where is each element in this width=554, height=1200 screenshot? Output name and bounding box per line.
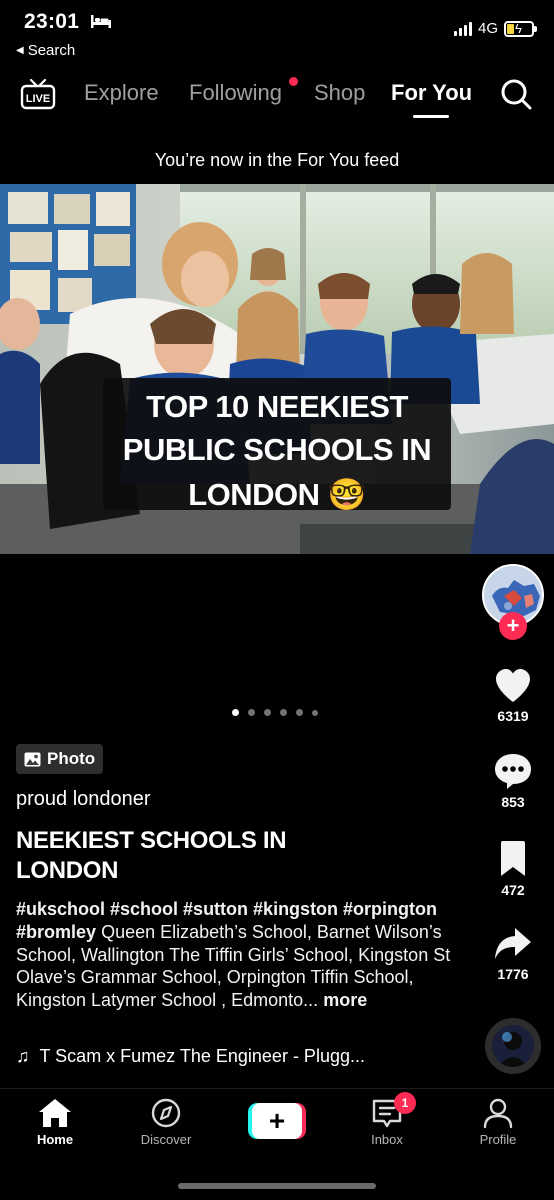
battery-charging-icon: ϟ xyxy=(504,20,537,37)
photo-caption-line: PUBLIC SCHOOLS IN xyxy=(122,432,432,467)
save-button[interactable]: 472 xyxy=(482,840,544,898)
music-label[interactable]: ♫ T Scam x Fumez The Engineer - Plugg... xyxy=(16,1046,365,1067)
photo-badge-label: Photo xyxy=(47,749,96,768)
tab-for-you[interactable]: For You xyxy=(391,80,472,106)
nav-home[interactable]: Home xyxy=(10,1097,100,1147)
nav-profile[interactable]: Profile xyxy=(453,1097,543,1147)
music-note-icon: ♫ xyxy=(16,1046,30,1066)
back-to-search-link[interactable]: ◀ Search xyxy=(16,42,75,59)
compass-icon xyxy=(151,1098,181,1128)
image-icon xyxy=(24,752,41,766)
search-icon[interactable] xyxy=(500,78,532,110)
photo-caption-line: TOP 10 NEEKIEST xyxy=(146,389,408,424)
inbox-notification-badge: 1 xyxy=(394,1092,416,1114)
status-indicators: 4G ϟ xyxy=(453,20,537,37)
bed-icon xyxy=(91,15,111,28)
back-arrow-icon: ◀ xyxy=(16,45,24,56)
share-arrow-icon xyxy=(495,928,531,959)
carousel-dot xyxy=(232,709,239,716)
top-navigation: LIVE Explore Following Shop For You xyxy=(0,72,554,122)
comment-button[interactable]: 853 xyxy=(482,752,544,810)
carousel-dot xyxy=(312,709,318,716)
signal-icon xyxy=(453,21,472,36)
nav-discover-label: Discover xyxy=(140,1132,192,1147)
heart-icon xyxy=(496,669,530,702)
create-button[interactable]: + xyxy=(248,1103,306,1139)
photo-caption-line: LONDON 🤓 xyxy=(188,477,366,512)
svg-text:LIVE: LIVE xyxy=(26,93,50,105)
carousel-dot xyxy=(248,709,255,716)
following-notification-dot xyxy=(289,77,298,86)
nav-profile-label: Profile xyxy=(479,1132,517,1147)
save-count: 472 xyxy=(501,882,525,898)
music-disc[interactable] xyxy=(485,1018,541,1074)
tab-following[interactable]: Following xyxy=(189,80,282,106)
tab-explore[interactable]: Explore xyxy=(84,80,159,106)
share-count: 1776 xyxy=(497,966,529,982)
more-link[interactable]: more xyxy=(323,990,367,1010)
creator-username[interactable]: proud londoner xyxy=(16,788,151,811)
follow-button[interactable]: + xyxy=(499,612,527,640)
active-tab-indicator xyxy=(413,115,449,118)
feed-notice: You’re now in the For You feed xyxy=(154,150,400,170)
tab-shop[interactable]: Shop xyxy=(314,80,365,106)
live-tv-icon[interactable]: LIVE xyxy=(20,78,56,110)
create-plus-icon: + xyxy=(252,1103,302,1139)
post-title: NEEKIEST SCHOOLS IN LONDON xyxy=(16,827,287,884)
share-button[interactable]: 1776 xyxy=(482,926,544,982)
carousel-dot xyxy=(264,709,271,716)
network-type: 4G xyxy=(477,20,498,37)
home-icon xyxy=(39,1099,71,1127)
nav-inbox-label: Inbox xyxy=(371,1132,403,1147)
like-button[interactable]: 6319 xyxy=(482,668,544,724)
carousel-dot xyxy=(296,709,303,716)
nav-discover[interactable]: Discover xyxy=(121,1097,211,1147)
music-cover-image xyxy=(492,1025,534,1067)
post-description[interactable]: #ukschool #school #sutton #kingston #orp… xyxy=(16,898,456,1012)
music-title: T Scam x Fumez The Engineer - Plugg... xyxy=(39,1046,365,1066)
carousel-dot xyxy=(280,709,287,716)
nav-inbox[interactable]: Inbox xyxy=(342,1097,432,1147)
home-indicator xyxy=(178,1183,376,1189)
carousel-indicator[interactable] xyxy=(232,709,318,716)
comment-bubble-icon xyxy=(495,754,531,789)
profile-icon xyxy=(483,1098,513,1129)
status-bar: 23:01 ◀ Search 4G ϟ xyxy=(0,0,554,70)
bookmark-icon xyxy=(501,841,525,876)
photo-badge: Photo xyxy=(16,744,104,774)
like-count: 6319 xyxy=(497,708,529,724)
comment-count: 853 xyxy=(501,794,525,810)
back-label: Search xyxy=(27,42,76,59)
nav-home-label: Home xyxy=(36,1132,74,1147)
status-time: 23:01 xyxy=(24,10,80,33)
